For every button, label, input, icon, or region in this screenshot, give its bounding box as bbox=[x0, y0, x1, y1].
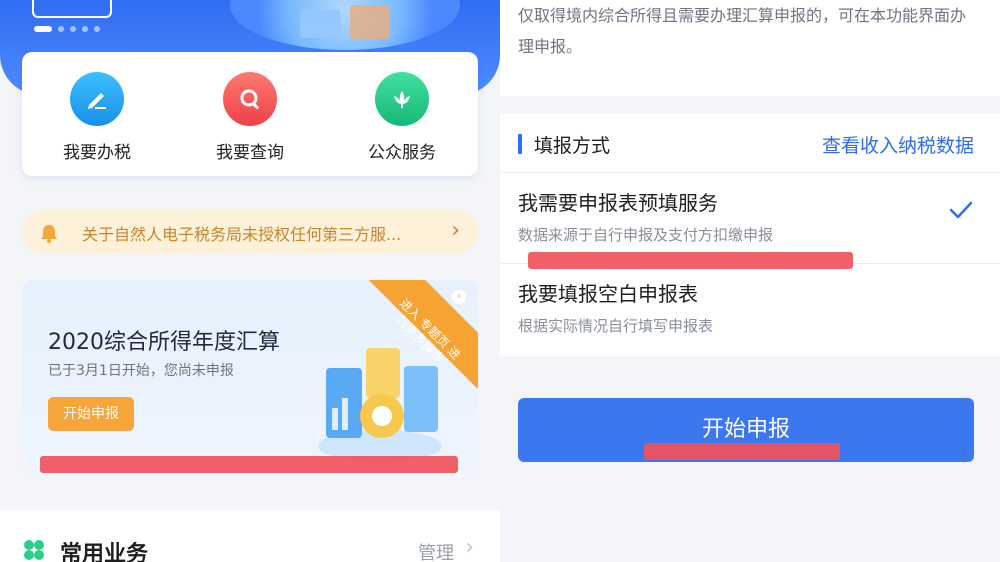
quick-action-query[interactable]: 我要查询 bbox=[195, 72, 305, 163]
notice-bar[interactable]: 关于自然人电子税务局未授权任何第三方服... › bbox=[22, 210, 478, 254]
banner-card-graphic bbox=[350, 5, 390, 39]
option-subtitle: 根据实际情况自行填写申报表 bbox=[518, 317, 714, 335]
chevron-right-icon: › bbox=[452, 290, 466, 304]
section-title: 填报方式 bbox=[534, 135, 611, 157]
checkmark-icon bbox=[948, 199, 974, 225]
option-title: 我需要申报表预填服务 bbox=[518, 191, 718, 215]
promo-subtitle: 已于3月1日开始，您尚未申报 bbox=[48, 363, 234, 379]
banner-card-graphic bbox=[300, 10, 340, 38]
carousel-dot[interactable] bbox=[94, 26, 100, 32]
carousel-dot[interactable] bbox=[70, 26, 76, 32]
intro-text: 仅取得境内综合所得且需要办理汇算申报的，可在本功能界面办理申报。 bbox=[518, 6, 967, 56]
quick-action-public-service[interactable]: 公众服务 bbox=[347, 72, 457, 163]
redaction-bar bbox=[644, 443, 840, 460]
quick-actions-card: 我要办税 我要查询 公众服务 bbox=[22, 52, 478, 176]
carousel-dot[interactable] bbox=[58, 26, 64, 32]
quick-action-tax[interactable]: 我要办税 bbox=[42, 72, 152, 163]
right-screen: 仅取得境内综合所得且需要办理汇算申报的，可在本功能界面办理申报。 填报方式 查看… bbox=[500, 0, 1000, 562]
carousel-dot-active[interactable] bbox=[34, 26, 52, 32]
option-title: 我要填报空白申报表 bbox=[518, 282, 698, 306]
left-screen: 我要办税 我要查询 公众服务 关于自然人电子税务局未授权任何第三方服... › … bbox=[0, 0, 500, 562]
bell-icon bbox=[38, 222, 60, 248]
annual-settlement-card[interactable]: 2020综合所得年度汇算 已于3月1日开始，您尚未申报 开始申报 进入 专题页 … bbox=[22, 280, 478, 476]
option-prefill-service[interactable]: 我需要申报表预填服务 数据来源于自行申报及支付方扣缴申报 bbox=[500, 173, 1000, 264]
promo-title: 2020综合所得年度汇算 bbox=[48, 330, 280, 355]
lotus-icon bbox=[375, 72, 429, 126]
option-blank-form[interactable]: 我要填报空白申报表 根据实际情况自行填写申报表 bbox=[500, 264, 1000, 354]
option-subtitle: 数据来源于自行申报及支付方扣缴申报 bbox=[518, 226, 774, 244]
intro-block: 仅取得境内综合所得且需要办理汇算申报的，可在本功能界面办理申报。 bbox=[500, 0, 1000, 96]
view-income-tax-data-link[interactable]: 查看收入纳税数据 bbox=[822, 131, 974, 158]
quick-action-label: 公众服务 bbox=[368, 143, 436, 163]
notice-text: 关于自然人电子税务局未授权任何第三方服... bbox=[82, 225, 402, 244]
pencil-icon bbox=[70, 72, 124, 126]
redaction-bar bbox=[40, 456, 458, 473]
redaction-bar bbox=[528, 252, 853, 269]
common-services-header: 常用业务 管理 › bbox=[0, 510, 500, 562]
promo-start-button[interactable]: 开始申报 bbox=[48, 397, 134, 431]
magnifier-icon bbox=[223, 72, 277, 126]
banner-illustration bbox=[230, 0, 460, 50]
banner-button[interactable] bbox=[32, 0, 112, 18]
filing-method-panel: 填报方式 查看收入纳税数据 我需要申报表预填服务 数据来源于自行申报及支付方扣缴… bbox=[500, 114, 1000, 356]
chevron-right-icon: › bbox=[465, 535, 474, 560]
section-accent-bar bbox=[518, 134, 522, 154]
common-services-title: 常用业务 bbox=[60, 542, 149, 562]
carousel-dot[interactable] bbox=[82, 26, 88, 32]
four-leaf-icon bbox=[22, 538, 46, 562]
carousel-indicator bbox=[34, 26, 100, 32]
chevron-right-icon: › bbox=[451, 218, 460, 243]
section-header: 填报方式 查看收入纳税数据 bbox=[500, 114, 1000, 173]
quick-action-label: 我要办税 bbox=[63, 143, 131, 163]
quick-action-label: 我要查询 bbox=[216, 143, 284, 163]
manage-link[interactable]: 管理 bbox=[418, 539, 454, 562]
